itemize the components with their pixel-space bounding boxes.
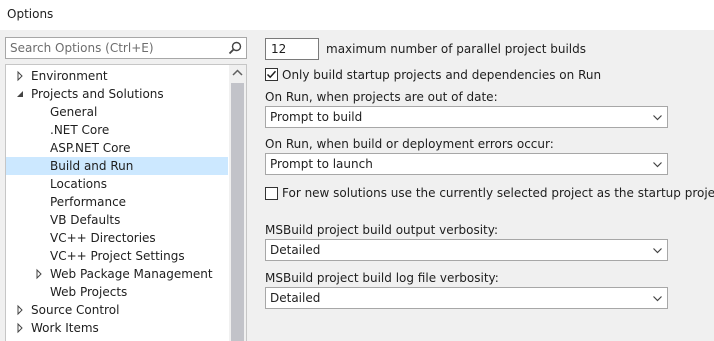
tree-item-label: Web Projects: [50, 285, 128, 299]
output-verbosity-value: Detailed: [270, 243, 321, 257]
search-placeholder: Search Options (Ctrl+E): [10, 41, 154, 55]
new-solutions-label: For new solutions use the currently sele…: [282, 186, 714, 200]
tree-item-label: VC++ Directories: [50, 231, 156, 245]
out-of-date-select[interactable]: Prompt to build: [265, 106, 668, 128]
tree-item-label: Source Control: [31, 303, 120, 317]
checkmark-icon: [266, 70, 277, 79]
tree-item-label: Web Package Management: [50, 267, 213, 281]
errors-value: Prompt to launch: [270, 157, 373, 171]
search-input[interactable]: Search Options (Ctrl+E): [5, 37, 247, 59]
expand-arrow-icon[interactable]: [33, 265, 45, 283]
tree-item-performance[interactable]: Performance: [6, 193, 228, 211]
startup-only-label: Only build startup projects and dependen…: [282, 68, 602, 82]
log-verbosity-select[interactable]: Detailed: [265, 287, 668, 309]
options-tree: Environment Projects and Solutions Gener…: [5, 64, 247, 341]
window-title: Options: [7, 7, 54, 21]
tree-item-work-items[interactable]: Work Items: [6, 319, 228, 337]
tree-item-source-control[interactable]: Source Control: [6, 301, 228, 319]
tree-item-label: Work Items: [31, 321, 99, 335]
tree-item-label: .NET Core: [50, 123, 110, 137]
tree-item-vc-directories[interactable]: VC++ Directories: [6, 229, 228, 247]
out-of-date-label: On Run, when projects are out of date:: [265, 90, 498, 104]
tree-item-vc-project-settings[interactable]: VC++ Project Settings: [6, 247, 228, 265]
tree-item-label: VB Defaults: [50, 213, 121, 227]
chevron-down-icon: [652, 245, 663, 256]
chevron-down-icon: [652, 293, 663, 304]
tree-item-label: Projects and Solutions: [31, 87, 164, 101]
tree-item-label: Build and Run: [50, 159, 134, 173]
chevron-down-icon: [652, 112, 663, 123]
tree-item-aspnet-core[interactable]: ASP.NET Core: [6, 139, 228, 157]
tree-item-web-package-management[interactable]: Web Package Management: [6, 265, 228, 283]
tree-item-locations[interactable]: Locations: [6, 175, 228, 193]
collapse-arrow-icon[interactable]: [14, 85, 26, 103]
tree-item-build-and-run[interactable]: Build and Run: [6, 157, 228, 175]
scrollbar-thumb[interactable]: [231, 83, 244, 341]
search-icon[interactable]: [228, 41, 242, 55]
output-verbosity-select[interactable]: Detailed: [265, 239, 668, 261]
tree-item-general[interactable]: General: [6, 103, 228, 121]
out-of-date-value: Prompt to build: [270, 110, 363, 124]
errors-select[interactable]: Prompt to launch: [265, 153, 668, 175]
tree-item-label: Performance: [50, 195, 127, 209]
tree-item-net-core[interactable]: .NET Core: [6, 121, 228, 139]
log-verbosity-label: MSBuild project build log file verbosity…: [265, 271, 499, 285]
tree-item-label: Locations: [50, 177, 108, 191]
parallel-builds-value: 12: [271, 42, 287, 56]
title-bar: Options: [0, 0, 714, 30]
tree-item-label: Environment: [31, 69, 108, 83]
expand-arrow-icon[interactable]: [14, 67, 26, 85]
tree-item-label: General: [50, 105, 98, 119]
tree-item-vb-defaults[interactable]: VB Defaults: [6, 211, 228, 229]
parallel-builds-input[interactable]: 12: [265, 38, 319, 60]
expand-arrow-icon[interactable]: [14, 301, 26, 319]
tree-item-environment[interactable]: Environment: [6, 67, 228, 85]
startup-only-checkbox[interactable]: [265, 68, 278, 81]
scroll-up-arrow-icon[interactable]: [229, 65, 246, 81]
tree-item-projects-and-solutions[interactable]: Projects and Solutions: [6, 85, 228, 103]
tree-scrollbar[interactable]: [229, 65, 246, 341]
options-content: Search Options (Ctrl+E) Environment Proj…: [0, 30, 714, 341]
expand-arrow-icon[interactable]: [14, 319, 26, 337]
errors-label: On Run, when build or deployment errors …: [265, 137, 554, 151]
new-solutions-checkbox[interactable]: [265, 187, 278, 200]
tree-item-label: ASP.NET Core: [50, 141, 131, 155]
chevron-down-icon: [652, 159, 663, 170]
tree-item-web-projects[interactable]: Web Projects: [6, 283, 228, 301]
log-verbosity-value: Detailed: [270, 291, 321, 305]
parallel-builds-label: maximum number of parallel project build…: [326, 42, 586, 56]
tree-item-label: VC++ Project Settings: [50, 249, 185, 263]
output-verbosity-label: MSBuild project build output verbosity:: [265, 223, 499, 237]
